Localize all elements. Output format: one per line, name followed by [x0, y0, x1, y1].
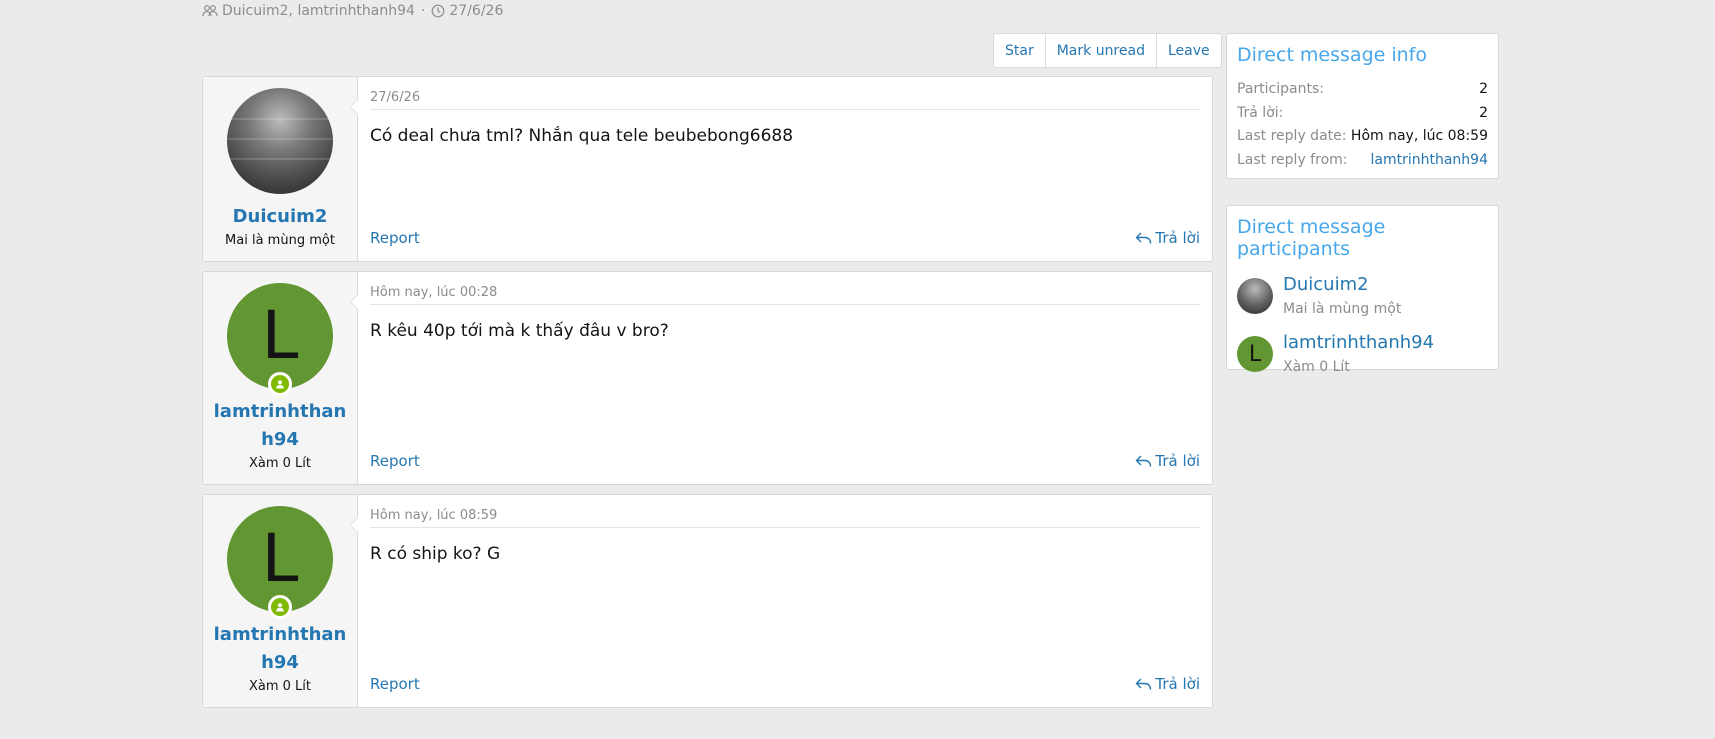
avatar[interactable]: L	[1237, 336, 1273, 372]
username-link[interactable]: lamtrinhthanh94	[210, 398, 350, 454]
info-value: Hôm nay, lúc 08:59	[1350, 128, 1488, 144]
message-body: Hôm nay, lúc 00:28 R kêu 40p tới mà k th…	[350, 272, 1212, 484]
info-key: Trả lời:	[1237, 104, 1284, 121]
message: Duicuim2 Mai là mùng một 27/6/26 Có deal…	[202, 76, 1213, 262]
info-value: 2	[1479, 81, 1488, 97]
message-footer: Report Trả lời	[370, 452, 1200, 470]
dm-info-title: Direct message info	[1237, 44, 1427, 66]
info-row: Trả lời: 2	[1237, 102, 1488, 126]
avatar[interactable]: L	[227, 283, 333, 396]
participant-item: Duicuim2 Mai là mùng một	[1237, 272, 1488, 320]
dm-participants-block: Direct message participants Duicuim2 Mai…	[1226, 205, 1499, 375]
user-online-icon	[268, 372, 292, 396]
reply-icon	[1135, 455, 1152, 467]
reply-label: Trả lời	[1155, 229, 1200, 247]
avatar-letter: L	[1248, 341, 1262, 367]
dm-participants-title: Direct message participants	[1237, 216, 1386, 260]
user-online-icon	[268, 595, 292, 619]
avatar-letter: L	[261, 297, 299, 374]
thread-participants: Duicuim2, lamtrinhthanh94	[222, 3, 415, 19]
message-body: 27/6/26 Có deal chưa tml? Nhắn qua tele …	[350, 77, 1212, 261]
info-row: Participants: 2	[1237, 78, 1488, 102]
message-body: Hôm nay, lúc 08:59 R có ship ko? G Repor…	[350, 495, 1212, 707]
message-text: R kêu 40p tới mà k thấy đâu v bro?	[370, 321, 669, 341]
participant-name-link[interactable]: lamtrinhthanh94	[1283, 330, 1434, 356]
reply-label: Trả lời	[1155, 452, 1200, 470]
message-date[interactable]: Hôm nay, lúc 00:28	[370, 272, 1200, 305]
reply-button[interactable]: Trả lời	[1135, 452, 1200, 470]
participant-title: Mai là mùng một	[1283, 301, 1402, 317]
leave-button[interactable]: Leave	[1155, 34, 1221, 67]
user-title: Xàm 0 Lít	[248, 679, 312, 694]
mark-unread-button[interactable]: Mark unread	[1044, 34, 1156, 67]
last-reply-user-link[interactable]: lamtrinhthanh94	[1371, 149, 1489, 173]
report-link[interactable]: Report	[370, 229, 420, 247]
info-key: Last reply date:	[1237, 128, 1347, 144]
reply-button[interactable]: Trả lời	[1135, 229, 1200, 247]
user-title: Mai là mùng một	[225, 233, 335, 248]
info-row: Last reply from: lamtrinhthanh94	[1237, 149, 1488, 173]
message-date[interactable]: 27/6/26	[370, 77, 1200, 110]
message-footer: Report Trả lời	[370, 229, 1200, 247]
thread-start-date: 27/6/26	[449, 3, 504, 19]
info-key: Last reply from:	[1237, 151, 1348, 168]
username-link[interactable]: lamtrinhthanh94	[210, 621, 350, 677]
report-link[interactable]: Report	[370, 675, 420, 693]
star-button[interactable]: Star	[994, 34, 1045, 67]
avatar[interactable]: L	[227, 506, 333, 619]
users-icon	[202, 5, 218, 17]
message-user: Duicuim2 Mai là mùng một	[203, 77, 358, 261]
avatar[interactable]	[227, 88, 333, 194]
thread-actions: Star Mark unread Leave	[993, 33, 1222, 68]
message-text: Có deal chưa tml? Nhắn qua tele beubebon…	[370, 126, 794, 146]
report-link[interactable]: Report	[370, 452, 420, 470]
participant-title: Xàm 0 Lít	[1283, 359, 1350, 375]
message-user: L lamtrinhthanh94 Xàm 0 Lít	[203, 272, 358, 484]
info-key: Participants:	[1237, 81, 1324, 97]
username-link[interactable]: Duicuim2	[210, 203, 350, 231]
reply-label: Trả lời	[1155, 675, 1200, 693]
participant-item: L lamtrinhthanh94 Xàm 0 Lít	[1237, 330, 1488, 378]
info-value: 2	[1479, 104, 1488, 121]
message: L lamtrinhthanh94 Xàm 0 Lít Hôm nay, lúc…	[202, 494, 1213, 708]
message-date[interactable]: Hôm nay, lúc 08:59	[370, 495, 1200, 528]
message-text: R có ship ko? G	[370, 544, 501, 564]
avatar[interactable]	[1237, 278, 1273, 314]
reply-button[interactable]: Trả lời	[1135, 675, 1200, 693]
user-title: Xàm 0 Lít	[248, 456, 312, 471]
clock-icon	[431, 4, 445, 18]
thread-meta: Duicuim2, lamtrinhthanh94 · 27/6/26	[202, 2, 503, 20]
dm-info-block: Direct message info Participants: 2 Trả …	[1226, 33, 1499, 179]
message-footer: Report Trả lời	[370, 675, 1200, 693]
participant-name-link[interactable]: Duicuim2	[1283, 272, 1401, 298]
reply-icon	[1135, 232, 1152, 244]
info-row: Last reply date: Hôm nay, lúc 08:59	[1237, 125, 1488, 149]
avatar-letter: L	[261, 520, 299, 597]
meta-separator: ·	[420, 3, 426, 19]
reply-icon	[1135, 678, 1152, 690]
message-user: L lamtrinhthanh94 Xàm 0 Lít	[203, 495, 358, 707]
message: L lamtrinhthanh94 Xàm 0 Lít Hôm nay, lúc…	[202, 271, 1213, 485]
